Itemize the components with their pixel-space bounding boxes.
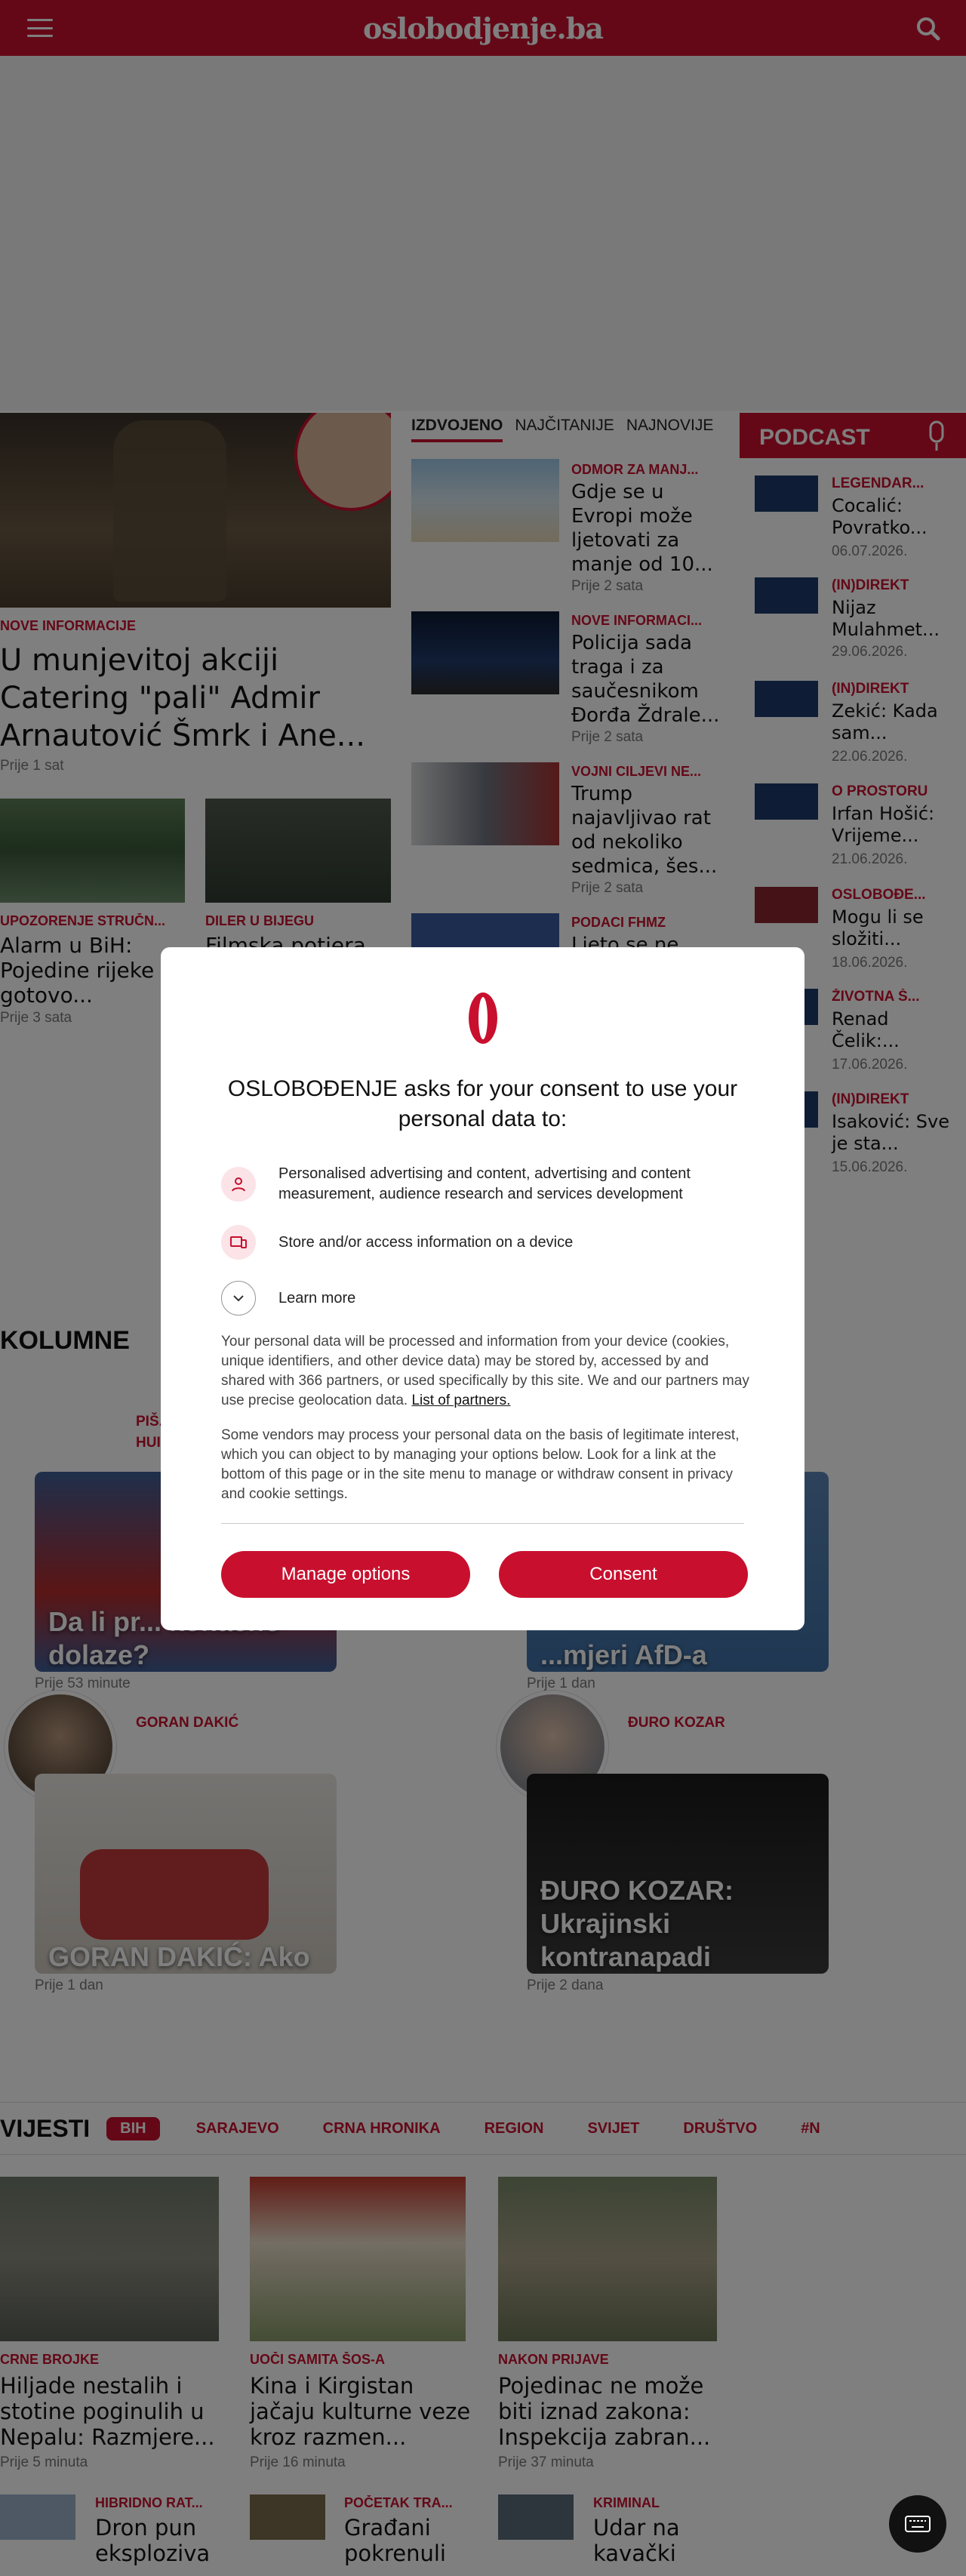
consent-purpose-text: Store and/or access information on a dev…	[278, 1233, 574, 1251]
consent-purpose-text: Personalised advertising and content, ad…	[278, 1165, 691, 1202]
consent-purpose: Personalised advertising and content, ad…	[221, 1164, 749, 1205]
manage-options-button[interactable]: Manage options	[221, 1551, 470, 1598]
consent-paragraph: Some vendors may process your personal d…	[221, 1427, 740, 1502]
learn-more-toggle[interactable]: Learn more	[221, 1281, 749, 1316]
partners-link[interactable]: List of partners.	[411, 1393, 510, 1408]
brand-logo-icon	[469, 993, 497, 1044]
divider	[221, 1523, 744, 1524]
chevron-down-icon	[221, 1281, 256, 1316]
consent-button[interactable]: Consent	[499, 1551, 748, 1598]
consent-paragraph: Your personal data will be processed and…	[221, 1332, 749, 1411]
learn-more-label: Learn more	[278, 1289, 356, 1306]
consent-heading: OSLOBOĐENJE asks for your consent to use…	[227, 1076, 738, 1131]
person-icon	[221, 1167, 256, 1202]
device-icon	[221, 1225, 256, 1260]
consent-purpose: Store and/or access information on a dev…	[221, 1225, 749, 1260]
keyboard-icon[interactable]	[889, 2495, 946, 2553]
consent-dialog: OSLOBOĐENJE asks for your consent to use…	[161, 947, 804, 1630]
